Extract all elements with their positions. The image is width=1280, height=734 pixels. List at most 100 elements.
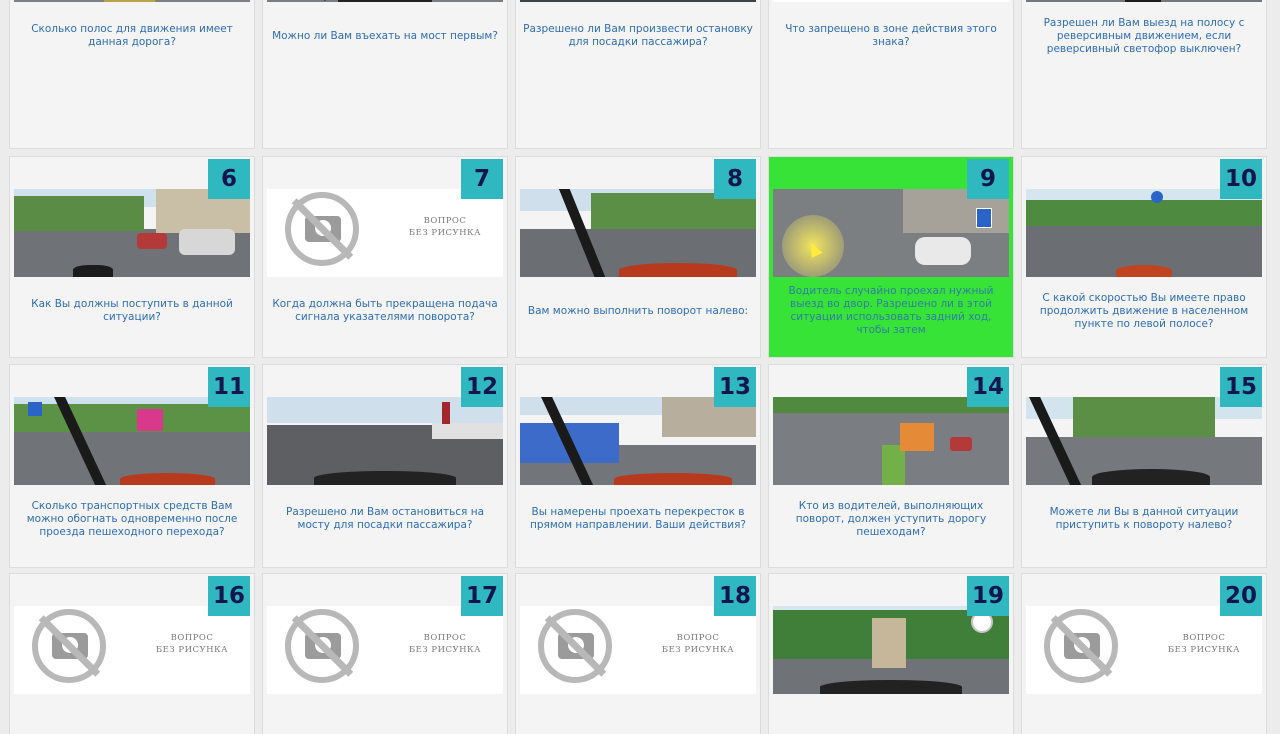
ticket-card[interactable]: 10 С какой скоростью Вы имеете право прод… (1022, 157, 1266, 357)
ticket-card[interactable]: Разрешен ли Вам выезд на полосу с реверс… (1022, 0, 1266, 148)
question-image (520, 189, 756, 277)
question-text: Можно ли Вам въехать на мост первым? (272, 29, 498, 42)
question-image (773, 606, 1009, 694)
dashboard (337, 0, 433, 2)
question-text: Можете ли Вы в данной ситуации приступит… (1049, 506, 1239, 531)
ticket-card[interactable]: 8 Вам можно выполнить поворот налево: (516, 157, 760, 357)
question-number-badge: 7 (461, 159, 503, 199)
dashboard (1092, 469, 1211, 485)
ticket-card[interactable]: 17 ВОПРОС БЕЗ РИСУНКА (263, 574, 507, 734)
white-car (914, 237, 971, 266)
question-number-badge: 10 (1220, 159, 1262, 199)
question-text: Вам можно выполнить поворот налево: (527, 304, 749, 317)
hood (619, 263, 738, 277)
question-image (773, 397, 1009, 485)
ticket-card[interactable]: 12 Разрешено ли Вам остановиться на мосту… (263, 365, 507, 567)
ground (520, 0, 756, 2)
question-text: Как Вы должны поступить в данной ситуаци… (31, 298, 233, 323)
dashboard (820, 680, 962, 694)
question-number-badge: 12 (461, 367, 503, 407)
question-image (1026, 189, 1262, 277)
truck (900, 423, 935, 452)
question-number-badge: 17 (461, 576, 503, 616)
road-sign (975, 208, 992, 229)
speed-sign (1151, 190, 1164, 203)
ticket-card[interactable]: 15 Можете ли Вы в данной ситуации приступ… (1022, 365, 1266, 567)
red-car (136, 233, 167, 249)
crosswalk-sign (28, 402, 43, 417)
question-image (773, 0, 1009, 2)
question-text: Разрешен ли Вам выезд на полосу с реверс… (1043, 16, 1245, 55)
no-photo-placeholder: ВОПРОС БЕЗ РИСУНКА (1026, 606, 1262, 694)
question-text: Сколько транспортных средств Вам можно о… (26, 499, 238, 538)
hood (614, 473, 733, 485)
question-image (14, 397, 250, 485)
question-image (520, 397, 756, 485)
pedestrian (441, 402, 450, 425)
question-image (267, 397, 503, 485)
dashboard (314, 471, 456, 485)
question-text: Когда должна быть прекращена подача сигн… (272, 298, 498, 323)
trees (1073, 397, 1215, 437)
ticket-card[interactable]: 19 (769, 574, 1013, 734)
question-text: С какой скоростью Вы имеете право продол… (1039, 291, 1249, 330)
police-car (179, 228, 236, 255)
question-text: Вы намерены проехать перекресток в прямо… (529, 506, 746, 531)
ticket-card[interactable]: 6 Как Вы должны поступить в данной ситуац… (10, 157, 254, 357)
railing (432, 423, 503, 440)
no-photo-placeholder: ВОПРОС БЕЗ РИСУНКА (267, 189, 503, 277)
no-photo-label: ВОПРОС БЕЗ РИСУНКА (1167, 633, 1241, 655)
question-number-badge: 14 (967, 367, 1009, 407)
question-number-badge: 16 (208, 576, 250, 616)
question-text: Кто из водителей, выполняющих поворот, д… (795, 499, 987, 538)
ticket-card[interactable]: 7 ВОПРОС БЕЗ РИСУНКА Когда должна быть пре… (263, 157, 507, 357)
median (103, 0, 156, 2)
question-number-badge: 8 (714, 159, 756, 199)
question-number-badge: 9 (967, 159, 1009, 199)
ticket-card[interactable]: Можно ли Вам въехать на мост первым? (263, 0, 507, 148)
no-photo-label: ВОПРОС БЕЗ РИСУНКА (408, 633, 482, 655)
ticket-card[interactable]: 13 Вы намерены проехать перекресток в пря… (516, 365, 760, 567)
hood (1115, 265, 1173, 277)
truck (872, 618, 907, 669)
ticket-card[interactable]: 18 ВОПРОС БЕЗ РИСУНКА (516, 574, 760, 734)
ticket-card[interactable]: 11 Сколько транспортных средств Вам можно… (10, 365, 254, 567)
motorbike (1125, 0, 1162, 2)
question-number-badge: 6 (208, 159, 250, 199)
red-car (950, 436, 972, 451)
no-photo-label: ВОПРОС БЕЗ РИСУНКА (661, 633, 735, 655)
no-photo-label: ВОПРОС БЕЗ РИСУНКА (155, 633, 229, 655)
trees (14, 196, 144, 232)
ticket-card[interactable]: Что запрещено в зоне действия этого знак… (769, 0, 1013, 148)
question-image (1026, 0, 1262, 2)
question-text: Сколько полос для движения имеет данная … (31, 23, 233, 48)
trees (1026, 199, 1262, 226)
question-image (14, 189, 250, 277)
question-number-badge: 18 (714, 576, 756, 616)
question-number-badge: 20 (1220, 576, 1262, 616)
ticket-card[interactable]: 9 Водитель случайно проехал нужный выезд … (769, 157, 1013, 357)
question-text: Что запрещено в зоне действия этого знак… (785, 23, 997, 48)
ticket-card[interactable]: Сколько полос для движения имеет данная … (10, 0, 254, 148)
ticket-card[interactable]: 20 ВОПРОС БЕЗ РИСУНКА (1022, 574, 1266, 734)
question-text: Водитель случайно проехал нужный выезд в… (788, 285, 994, 336)
question-image (773, 189, 1009, 277)
question-text: Разрешено ли Вам остановиться на мосту д… (285, 506, 485, 531)
no-photo-placeholder: ВОПРОС БЕЗ РИСУНКА (267, 606, 503, 694)
truck (136, 409, 163, 432)
hood (120, 473, 215, 485)
question-text: Разрешено ли Вам произвести остановку дл… (523, 23, 753, 48)
ticket-card[interactable]: 14 Кто из водителей, выполняющих поворот,… (769, 365, 1013, 567)
motorbike (73, 265, 113, 277)
question-number-badge: 19 (967, 576, 1009, 616)
question-number-badge: 15 (1220, 367, 1262, 407)
ticket-card[interactable]: Разрешено ли Вам произвести остановку дл… (516, 0, 760, 148)
trees (14, 404, 250, 433)
question-image (520, 0, 756, 2)
no-photo-placeholder: ВОПРОС БЕЗ РИСУНКА (14, 606, 250, 694)
question-number-badge: 11 (208, 367, 250, 407)
question-image (267, 0, 503, 2)
question-image (14, 0, 250, 2)
ticket-card[interactable]: 16 ВОПРОС БЕЗ РИСУНКА (10, 574, 254, 734)
question-image (1026, 397, 1262, 485)
